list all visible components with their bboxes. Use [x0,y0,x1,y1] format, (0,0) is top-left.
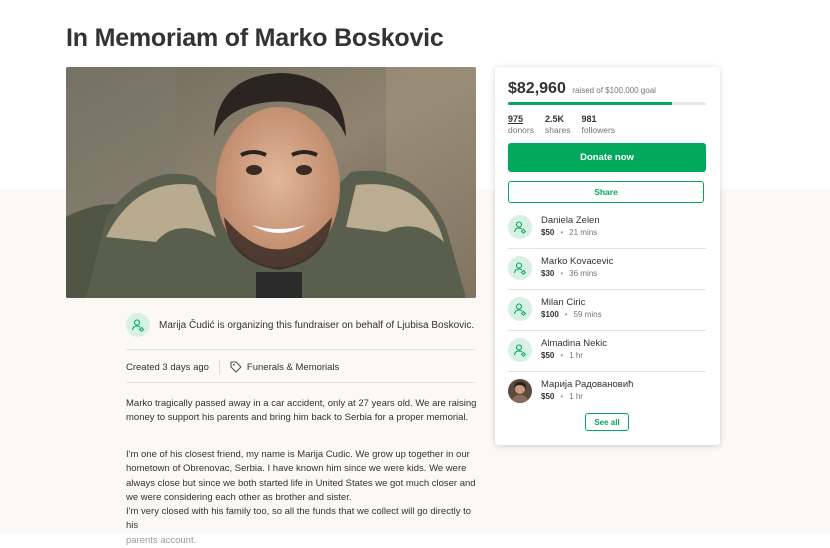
category-link[interactable]: Funerals & Memorials [230,361,339,373]
dot-separator: • [560,269,564,278]
stat-shares: 2.5K shares [545,114,571,135]
user-icon [131,319,145,332]
story-line: I'm very closed with his family too, so … [126,506,472,532]
hero-image [66,67,476,298]
stat-followers: 981 followers [582,114,616,135]
stat-donors[interactable]: 975 donors [508,114,534,135]
donor-photo-avatar [508,379,532,403]
donor-name: Almadina Nekic [541,338,607,349]
donation-details: $50 • 1 hr [541,392,583,401]
donation-time: 59 mins [573,310,602,319]
donation-amount: $30 [541,269,555,278]
donor-name: Daniela Zelen [541,215,600,226]
divider [126,382,476,383]
meta-separator [218,360,220,374]
story-paragraph-2: I'm one of his closest friend, my name i… [126,449,476,503]
stat-label: shares [545,125,571,135]
see-all-button[interactable]: See all [585,413,629,431]
category-label: Funerals & Memorials [246,361,340,373]
stat-label: donors [508,125,534,135]
stat-label: followers [581,125,616,135]
stat-value: 981 [581,114,597,124]
story-line-faded: parents account. [126,534,197,546]
progress-fill [508,102,673,105]
donor-avatar [508,215,532,239]
organizer-row: Marija Čudić is organizing this fundrais… [126,313,476,337]
donor-avatar [508,256,532,280]
story-paragraph-1: Marko tragically passed away in a car ac… [126,398,477,424]
raised-amount: $82,960 [508,80,566,97]
donation-details: $30 • 36 mins [541,269,597,278]
stat-value: 2.5K [545,114,565,124]
donor-avatar [508,297,532,321]
goal-text: raised of $100,000 goal [572,86,656,95]
donation-amount: $50 [541,351,555,360]
donation-time: 36 mins [569,269,598,278]
donation-amount: $100 [541,310,559,319]
donor-name: Marko Kovacevic [541,256,614,267]
donor-icon [513,303,527,316]
donation-details: $100 • 59 mins [541,310,602,319]
donation-time: 1 hr [569,351,583,360]
donation-item: Daniela Zelen $50 • 21 mins [508,208,706,249]
tag-icon [230,361,242,373]
donation-time: 21 mins [569,228,598,237]
created-date: Created 3 days ago [126,361,209,373]
donor-icon [513,262,527,275]
campaign-meta: Created 3 days ago Funerals & Memorials [126,360,339,374]
page-title: In Memoriam of Marko Boskovic [66,24,444,52]
donation-item: Marko Kovacevic $30 • 36 mins [508,249,706,290]
progress-bar [508,102,706,105]
donor-name: Milan Ciric [541,297,586,308]
dot-separator: • [564,310,568,319]
dot-separator: • [560,351,564,360]
donation-amount: $50 [541,392,555,401]
dot-separator: • [560,228,564,237]
stats-row: 975 donors 2.5K shares 981 followers [508,114,626,135]
donation-item: Milan Ciric $100 • 59 mins [508,290,706,331]
organizer-text: Marija Čudić is organizing this fundrais… [159,319,475,331]
donor-avatar [508,338,532,362]
donor-icon [513,221,527,234]
raised-summary: $82,960 raised of $100,000 goal [508,80,656,98]
dot-separator: • [560,392,564,401]
share-button[interactable]: Share [508,181,704,203]
donation-item: Марија Радовановић $50 • 1 hr [508,372,706,412]
divider [126,349,476,350]
donate-button[interactable]: Donate now [508,143,706,172]
donation-item: Almadina Nekic $50 • 1 hr [508,331,706,372]
donation-details: $50 • 1 hr [541,351,583,360]
stat-value: 975 [508,114,524,124]
donor-icon [513,344,527,357]
donation-amount: $50 [541,228,555,237]
donor-name: Марија Радовановић [541,379,634,390]
organizer-avatar [126,313,150,337]
story-paragraph-3: I'm very closed with his family too, so … [126,505,480,548]
donation-card: $82,960 raised of $100,000 goal 975 dono… [495,67,720,445]
donation-details: $50 • 21 mins [541,228,597,237]
donation-time: 1 hr [569,392,583,401]
